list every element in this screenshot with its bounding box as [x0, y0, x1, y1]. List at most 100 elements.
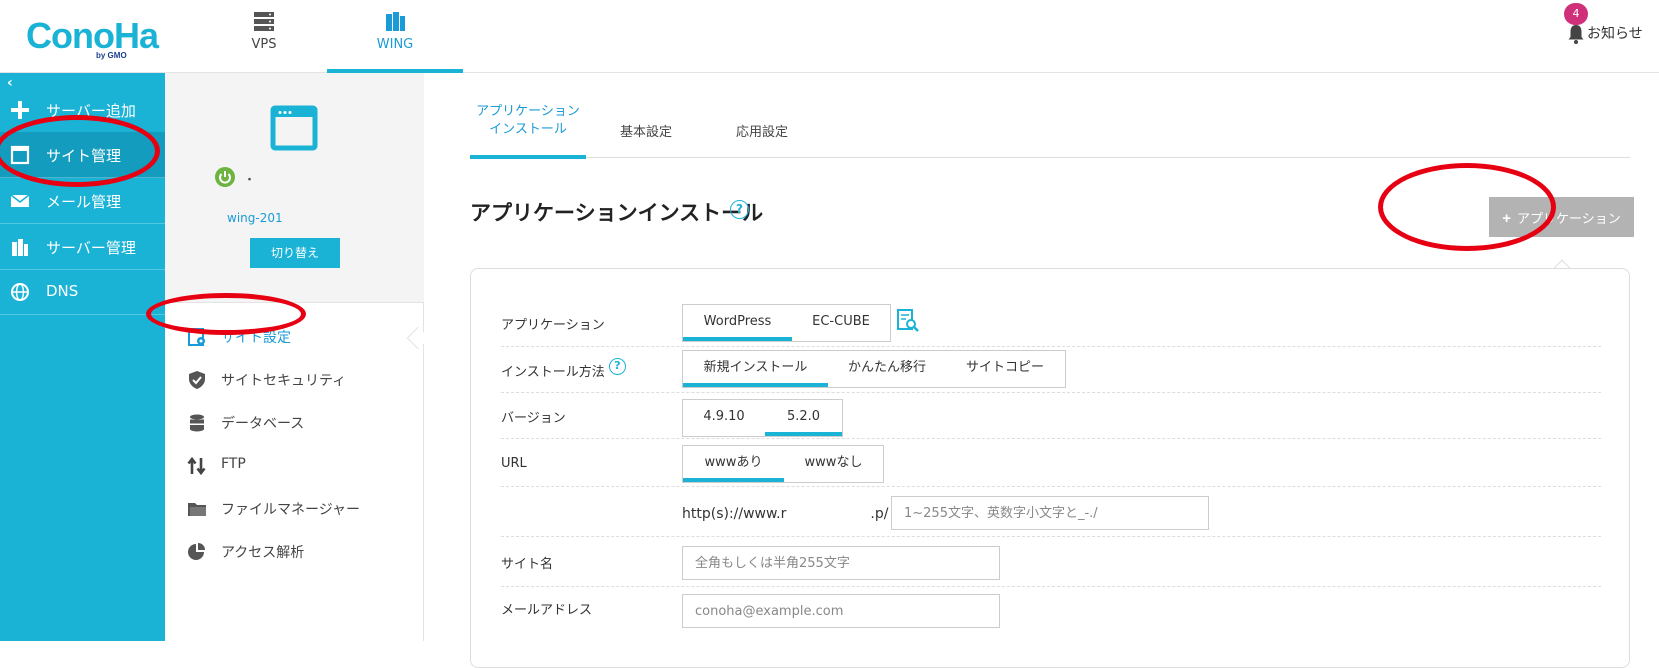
conoha-logo[interactable]: ConoHa by GMO [26, 14, 166, 60]
tab-basic-settings[interactable]: 基本設定 [606, 101, 686, 158]
option-with-www[interactable]: wwwあり [683, 446, 784, 482]
main-content: アプリケーション インストール 基本設定 応用設定 アプリケーションインストール… [424, 73, 1659, 668]
form-row-url: URL wwwあり wwwなし [501, 439, 1601, 487]
top-tab-label: WING [376, 37, 414, 52]
form-row-application: アプリケーション WordPress EC-CUBE [501, 301, 1601, 347]
sidebar-item-label: DNS [46, 282, 79, 300]
sidebar-item-label: サーバー追加 [46, 102, 136, 120]
subnav-item-file-manager[interactable]: ファイルマネージャー [165, 486, 424, 530]
sidebar-item-label: メール管理 [46, 193, 122, 211]
subnav-item-label: サイトセキュリティ [221, 373, 347, 389]
plus-icon: + [1502, 209, 1511, 227]
wing-building-icon [386, 12, 405, 31]
tab-label: 基本設定 [619, 125, 672, 140]
field-label: サイト名 [501, 557, 554, 572]
browser-window-icon [270, 105, 318, 151]
subnav-item-label: ファイルマネージャー [221, 502, 361, 518]
subnav-item-label: データベース [221, 416, 305, 432]
pie-chart-icon [188, 543, 205, 560]
add-application-button[interactable]: + アプリケーション [1489, 197, 1634, 237]
option-version-4-9-10[interactable]: 4.9.10 [683, 400, 765, 436]
server-info-box: ・ wing-201 切り替え [165, 73, 424, 303]
settings-tabs: アプリケーション インストール 基本設定 応用設定 [470, 101, 1630, 159]
site-name-input[interactable] [682, 546, 1000, 580]
tab-label-line1: アプリケーション [476, 104, 580, 119]
search-document-icon[interactable] [897, 309, 919, 333]
top-tab-label: VPS [251, 37, 277, 52]
form-row-site-name: サイト名 [501, 537, 1601, 587]
svg-text:ConoHa: ConoHa [26, 15, 160, 56]
subnav-item-site-settings[interactable]: サイト設定 [165, 314, 424, 358]
notifications-button[interactable]: 4 お知らせ [1549, 0, 1659, 70]
svg-text:by GMO: by GMO [96, 51, 127, 60]
url-prefix: http(s)://www.r .p/ [682, 506, 889, 522]
globe-icon [11, 283, 29, 301]
sidebar-item-site-management[interactable]: サイト管理 [0, 132, 165, 178]
field-label: インストール方法 [501, 365, 605, 380]
tab-label: 応用設定 [735, 125, 788, 140]
bell-icon [1568, 25, 1584, 44]
field-label: URL [501, 456, 527, 471]
page-title: アプリケーションインストール [470, 201, 764, 225]
power-on-icon [215, 167, 235, 187]
server-name: ・ [243, 173, 257, 188]
sidebar-item-add-server[interactable]: サーバー追加 [0, 87, 165, 133]
option-wordpress[interactable]: WordPress [683, 305, 792, 341]
top-tab-vps[interactable]: VPS [196, 0, 332, 72]
sidebar-item-label: サーバー管理 [46, 239, 136, 257]
install-method-selector: 新規インストール かんたん移行 サイトコピー [682, 350, 1066, 388]
notification-badge: 4 [1564, 3, 1588, 25]
subnav-item-access-analytics[interactable]: アクセス解析 [165, 529, 424, 573]
option-new-install[interactable]: 新規インストール [683, 351, 828, 387]
notification-label: お知らせ [1587, 26, 1643, 42]
form-row-install-method: インストール方法 ? 新規インストール かんたん移行 サイトコピー [501, 347, 1601, 393]
left-sidebar: ‹ サーバー追加 サイト管理 メール管理 サーバー管理 DNS [0, 73, 165, 641]
application-selector: WordPress EC-CUBE [682, 304, 891, 342]
database-icon [190, 414, 204, 432]
sidebar-item-dns[interactable]: DNS [0, 269, 165, 315]
form-row-email: メールアドレス [501, 587, 1601, 637]
tab-label-line2: インストール [489, 122, 567, 137]
site-sub-panel: ・ wing-201 切り替え サイト設定 サイトセキュリティ データベース F… [165, 73, 424, 641]
plus-icon [11, 101, 29, 119]
tab-advanced-settings[interactable]: 応用設定 [722, 101, 802, 158]
url-path-input[interactable] [891, 496, 1209, 530]
server-stack-icon [254, 12, 274, 31]
sidebar-item-mail-management[interactable]: メール管理 [0, 178, 165, 224]
option-version-5-2-0[interactable]: 5.2.0 [765, 400, 842, 436]
server-id: wing-201 [227, 211, 283, 225]
version-selector: 4.9.10 5.2.0 [682, 399, 843, 437]
mail-icon [10, 194, 30, 207]
email-input[interactable] [682, 594, 1000, 628]
sidebar-item-server-management[interactable]: サーバー管理 [0, 224, 165, 270]
tab-app-install[interactable]: アプリケーション インストール [470, 101, 586, 159]
install-form-card: アプリケーション WordPress EC-CUBE インストール方法 ? 新規… [470, 268, 1630, 668]
sidebar-item-label: サイト管理 [46, 147, 122, 165]
help-icon[interactable]: ? [730, 200, 749, 219]
transfer-arrows-icon [187, 456, 206, 476]
form-row-url-path: http(s)://www.r .p/ [501, 487, 1601, 537]
subnav-item-label: FTP [221, 456, 246, 472]
top-header: ConoHa by GMO VPS WING 4 お知らせ [0, 0, 1659, 73]
subnav-item-label: サイト設定 [221, 330, 291, 346]
folder-icon [188, 503, 206, 516]
field-label: バージョン [501, 411, 566, 426]
add-application-label: アプリケーション [1517, 210, 1621, 226]
site-settings-icon [188, 328, 205, 346]
subnav-item-database[interactable]: データベース [165, 400, 424, 444]
option-site-copy[interactable]: サイトコピー [946, 351, 1064, 387]
url-www-selector: wwwあり wwwなし [682, 445, 884, 483]
subnav-item-ftp[interactable]: FTP [165, 443, 424, 487]
top-tab-wing[interactable]: WING [327, 0, 463, 73]
server-icon [12, 239, 28, 256]
form-row-version: バージョン 4.9.10 5.2.0 [501, 393, 1601, 439]
subnav-item-site-security[interactable]: サイトセキュリティ [165, 357, 424, 401]
switch-server-button[interactable]: 切り替え [250, 238, 340, 268]
option-without-www[interactable]: wwwなし [784, 446, 883, 482]
subnav-item-label: アクセス解析 [221, 545, 305, 561]
option-easy-migration[interactable]: かんたん移行 [828, 351, 946, 387]
help-icon[interactable]: ? [609, 358, 626, 375]
field-label: アプリケーション [501, 318, 605, 333]
option-ec-cube[interactable]: EC-CUBE [792, 305, 890, 341]
field-label: メールアドレス [501, 603, 593, 618]
